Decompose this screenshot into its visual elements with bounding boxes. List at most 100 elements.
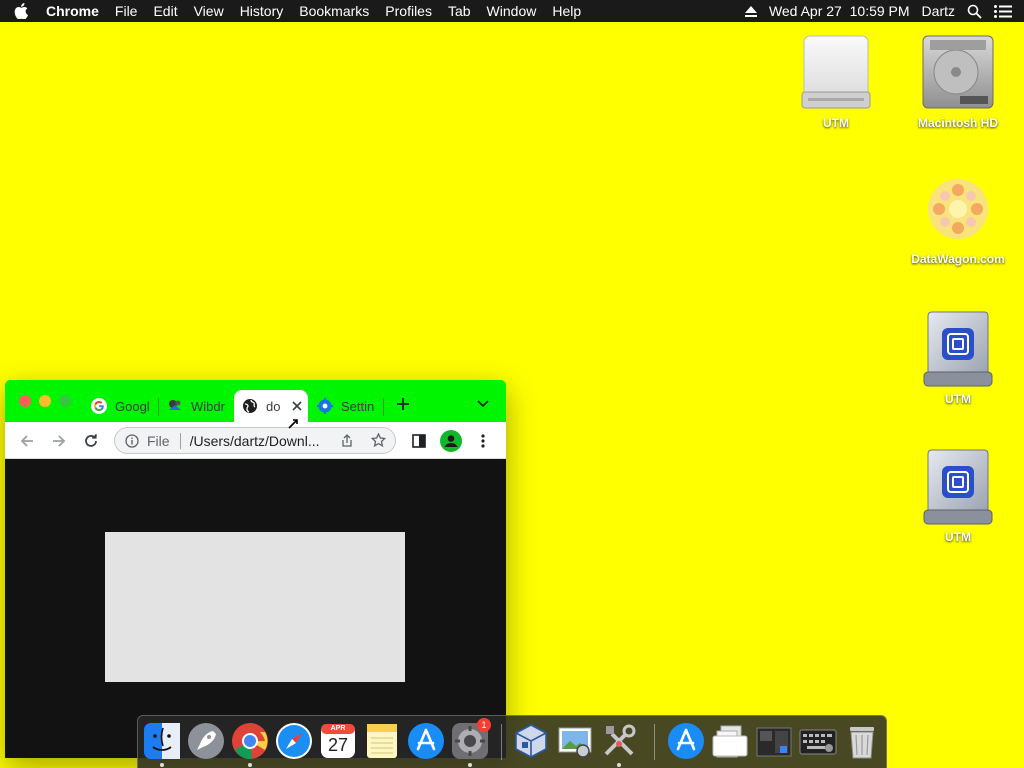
virtualbox-icon [515,724,547,758]
zoom-window-button[interactable] [59,395,71,407]
calendar-month: APR [330,725,346,732]
reload-icon[interactable] [79,429,103,453]
desktop-icon-label: UTM [823,116,849,130]
dock-screenshot[interactable] [755,722,793,760]
calendar-day: 27 [327,735,349,755]
finder-icon [144,723,180,759]
address-bar[interactable]: File /Users/dartz/Downl... [114,427,396,454]
search-icon[interactable] [961,4,988,19]
utm-disk-icon [923,311,993,387]
app-store-icon [408,723,444,759]
documents-stack-icon [712,725,748,758]
dock-chrome[interactable] [231,722,269,760]
wibdr-icon [167,398,183,414]
utm-disk-icon [923,449,993,525]
resize-cursor-icon [287,417,299,435]
rocket-icon [188,723,224,759]
dock-safari[interactable] [275,722,313,760]
dock-notes[interactable] [363,722,401,760]
dock-system-preferences[interactable]: 1 [451,718,491,760]
dock-virtualbox[interactable] [512,722,550,760]
desktop-icon-utm-disk-1[interactable]: UTM [903,310,1013,406]
menu-view[interactable]: View [186,3,232,19]
dock-app-store-folder[interactable] [667,722,705,760]
dock-finder[interactable] [143,722,181,760]
url-text[interactable]: /Users/dartz/Downl... [190,433,330,449]
apple-icon[interactable] [0,3,42,19]
dock-app-store[interactable] [407,722,445,760]
close-tab-icon[interactable] [292,401,302,411]
tab-search-chevron-down-icon[interactable] [477,400,489,408]
dock-divider [501,724,502,760]
side-panel-icon[interactable] [407,429,431,453]
safari-compass-icon [276,723,312,759]
keyboard-icon [799,729,837,755]
desktop-icon-macintosh-hd[interactable]: Macintosh HD [903,34,1013,130]
scheme-label: File [147,432,170,449]
share-icon[interactable] [340,434,354,448]
google-icon [91,398,107,414]
desktop-icon-utm-drive[interactable]: UTM [781,34,891,130]
profile-avatar-icon[interactable] [439,429,463,453]
omnibox-divider [179,432,181,449]
page-content [5,459,506,758]
dock: APR 27 1 [137,715,887,768]
bookmark-star-icon[interactable] [371,433,386,448]
menu-profiles[interactable]: Profiles [377,3,440,19]
info-icon[interactable] [125,433,139,448]
menu-file[interactable]: File [107,3,146,19]
browser-toolbar: File /Users/dartz/Downl... [5,422,506,459]
menu-bar: Chrome File Edit View History Bookmarks … [0,0,1024,22]
dock-utilities[interactable] [600,722,638,760]
desktop-icon-utm-disk-2[interactable]: UTM [903,448,1013,544]
external-drive-icon [801,35,871,109]
menu-datetime[interactable]: Wed Apr 27 10:59 PM [763,3,916,19]
tab-strip: Googl Wibdr do Settin [5,380,506,422]
chrome-icon [232,723,268,760]
tab-wibdr[interactable]: Wibdr [159,390,233,422]
control-center-icon[interactable] [988,4,1024,18]
menu-window[interactable]: Window [479,3,545,19]
eject-icon[interactable] [739,5,763,17]
globe-icon [242,398,258,414]
dock-divider [654,724,655,760]
menu-help[interactable]: Help [544,3,589,19]
chrome-window: Googl Wibdr do Settin File /Users/dartz/… [5,380,506,758]
menu-bookmarks[interactable]: Bookmarks [291,3,377,19]
tab-google[interactable]: Googl [83,390,157,422]
tab-settings[interactable]: Settin [309,390,383,422]
desktop-icon-label: UTM [945,392,971,406]
running-indicator [468,763,472,767]
kebab-menu-icon[interactable] [471,429,495,453]
menu-edit[interactable]: Edit [145,3,185,19]
forward-arrow-icon[interactable] [47,429,71,453]
dock-keyboard-viewer[interactable] [799,722,837,760]
dock-calendar[interactable]: APR 27 [319,722,357,760]
running-indicator [160,763,164,767]
preview-photos-icon [558,727,592,760]
dock-documents[interactable] [711,722,749,760]
dock-launchpad[interactable] [187,722,225,760]
dock-preview[interactable] [556,722,594,760]
dock-trash[interactable] [843,722,881,760]
datawagon-image-icon [928,179,988,239]
menu-tab[interactable]: Tab [440,3,479,19]
desktop-icon-datawagon[interactable]: DataWagon.com [903,170,1013,266]
new-tab-plus-icon[interactable] [396,397,410,411]
tab-label: do [266,398,281,414]
tab-divider [383,398,384,416]
running-indicator [248,763,252,767]
back-arrow-icon[interactable] [15,429,39,453]
trash-icon [850,727,874,759]
screenshot-thumbnail-icon [756,727,792,757]
app-store-icon [668,723,704,759]
desktop-icon-label: UTM [945,530,971,544]
image-placeholder [105,532,405,682]
menu-history[interactable]: History [232,3,292,19]
close-window-button[interactable] [19,395,31,407]
notes-icon [367,724,397,758]
menu-user[interactable]: Dartz [916,3,961,19]
menu-app-name[interactable]: Chrome [42,3,107,19]
tools-icon [604,724,636,756]
minimize-window-button[interactable] [39,395,51,407]
